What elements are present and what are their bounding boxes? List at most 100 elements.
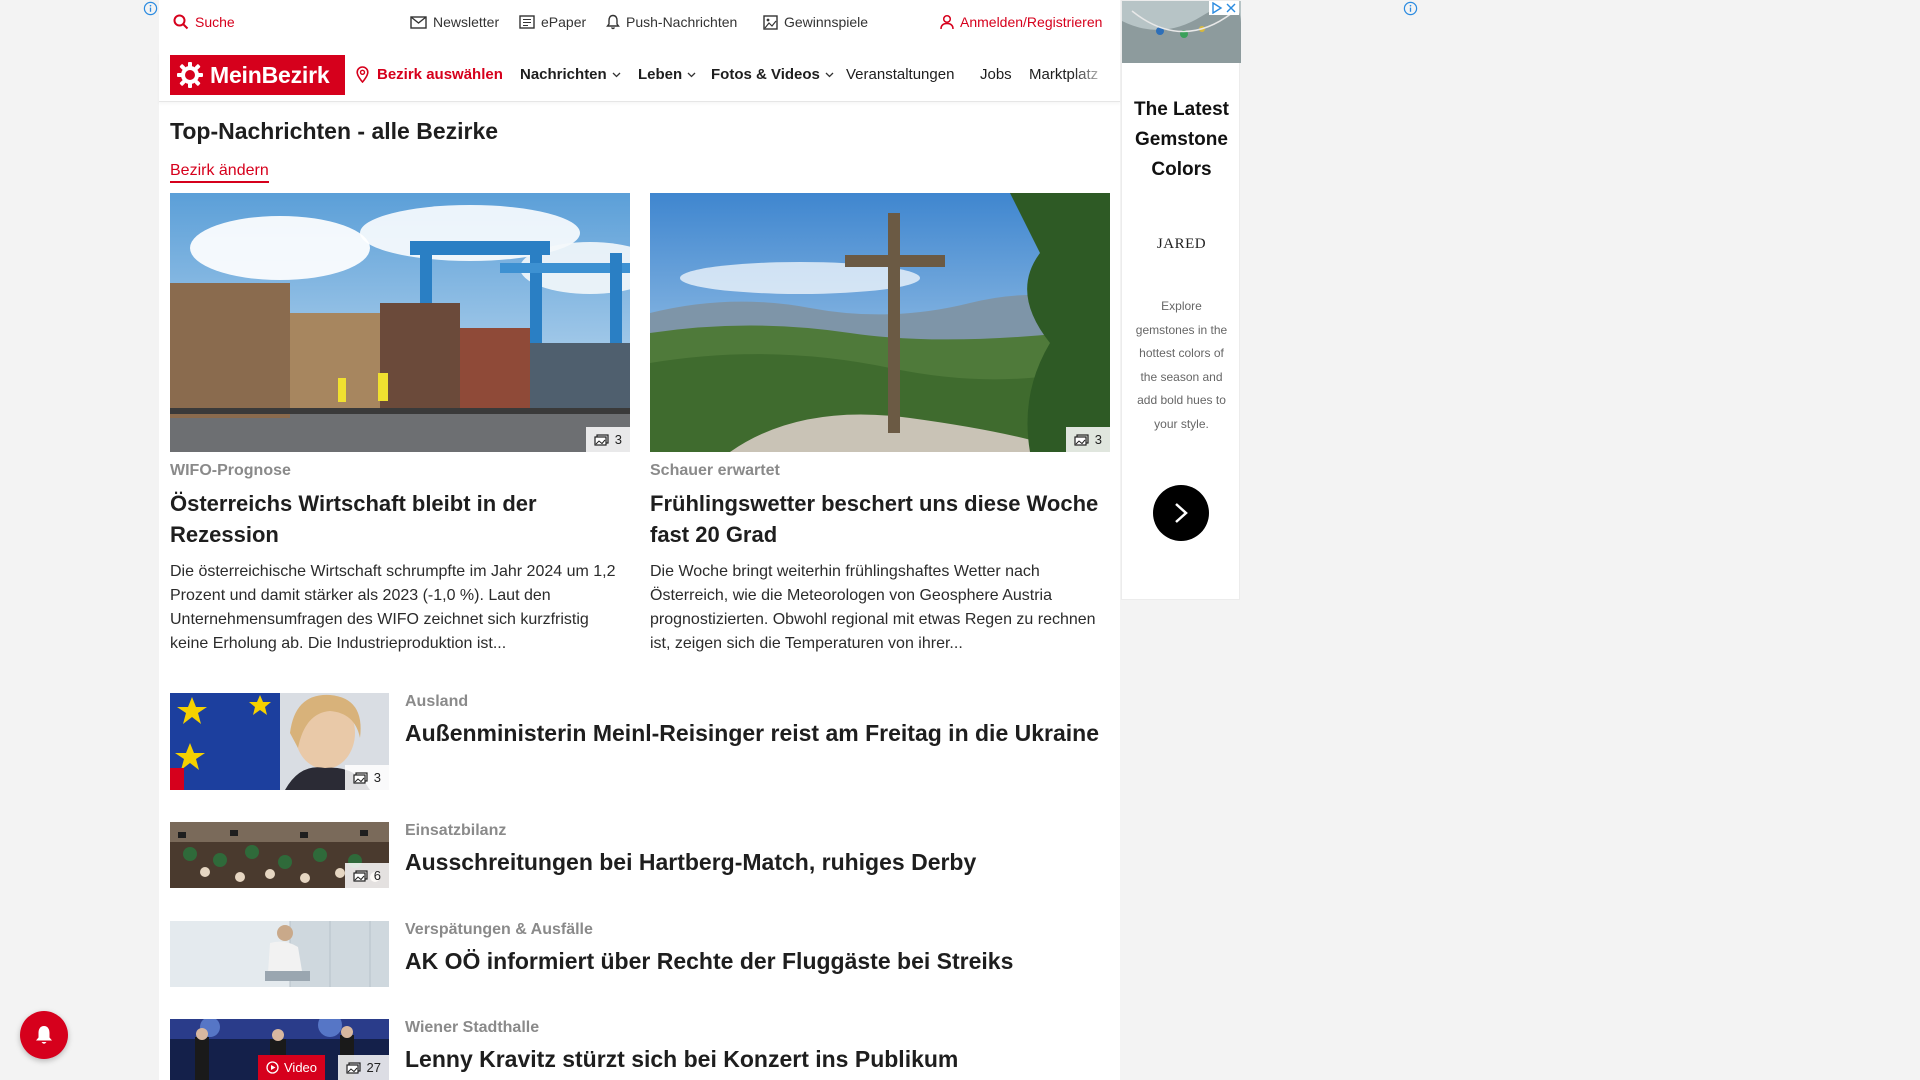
photo-count: 6 (373, 868, 381, 883)
nav-item-label: Jobs (980, 66, 1012, 83)
article-image[interactable]: 3 (650, 193, 1110, 452)
photo-count-badge: 3 (1065, 427, 1110, 452)
chevron-down-icon (612, 72, 621, 77)
port-containers-image (170, 193, 630, 452)
page-title: Top-Nachrichten - alle Bezirke (170, 118, 499, 144)
article-thumbnail[interactable]: 6 (170, 822, 389, 888)
gallery-icon (353, 869, 368, 882)
featured-article[interactable]: 3 WIFO-Prognose Österreichs Wirtschaft b… (170, 193, 630, 656)
photo-count-badge: 6 (344, 863, 389, 888)
change-district-link[interactable]: Bezirk ändern (170, 162, 269, 183)
contests-label: Gewinnspiele (784, 14, 869, 30)
logo-text: MeinBezirk (210, 61, 330, 88)
epaper-label: ePaper (541, 14, 587, 30)
play-icon (266, 1061, 279, 1074)
article-thumbnail[interactable] (170, 921, 389, 987)
featured-article[interactable]: 3 Schauer erwartet Frühlingswetter besch… (650, 193, 1110, 656)
bell-icon (606, 14, 620, 30)
ad-choices[interactable] (1209, 1, 1239, 15)
newsletter-label: Newsletter (433, 14, 500, 30)
ad-cta-button[interactable] (1153, 485, 1209, 541)
article-headline[interactable]: Lenny Kravitz stürzt sich bei Konzert in… (405, 1044, 1105, 1074)
article-thumbnail[interactable]: 3 (170, 693, 389, 790)
advertisement[interactable]: The Latest Gemstone Colors JARED Explore… (1121, 0, 1241, 600)
logo-icon (177, 62, 203, 88)
nav-item-label: Veranstaltungen (846, 66, 955, 83)
article-image[interactable]: 3 (170, 193, 630, 452)
district-select[interactable]: Bezirk auswählen (356, 66, 503, 83)
search-icon (173, 14, 189, 30)
video-label: Video (284, 1060, 318, 1075)
site-logo[interactable]: MeinBezirk (170, 55, 345, 95)
nav-item-leben[interactable]: Leben (638, 66, 696, 83)
photo-count: 3 (373, 770, 381, 785)
video-badge: Video (258, 1055, 326, 1080)
photo-count-badge: 3 (344, 765, 389, 790)
article-teaser: Die österreichische Wirtschaft schrumpft… (170, 563, 616, 652)
nav-item-fotos-videos[interactable]: Fotos & Videos (711, 66, 834, 83)
close-icon[interactable] (1225, 2, 1237, 14)
nav-item-veranstaltungen[interactable]: Veranstaltungen (846, 66, 954, 83)
ad-brand: JARED (1156, 236, 1207, 252)
ad-choices-icon[interactable] (1211, 2, 1223, 14)
login-label: Anmelden/Registrieren (960, 14, 1103, 30)
push-link[interactable]: Push-Nachrichten (606, 14, 737, 30)
chevron-down-icon (825, 72, 834, 77)
gallery-icon (345, 1061, 361, 1074)
nav-fade (1072, 58, 1112, 96)
chevron-down-icon (687, 72, 696, 77)
article-kicker: Wiener Stadthalle (405, 1019, 540, 1036)
article-headline[interactable]: Frühlingswetter beschert uns diese Woche… (650, 488, 1110, 550)
article-kicker: Schauer erwartet (650, 462, 780, 479)
list-item[interactable]: 6 Einsatzbilanz Ausschreitungen bei Hart… (170, 822, 1111, 888)
article-headline[interactable]: Österreichs Wirtschaft bleibt in der Rez… (170, 488, 630, 550)
ad-info-icon[interactable] (1403, 1, 1418, 16)
ad-info-icon[interactable] (143, 1, 158, 16)
login-link[interactable]: Anmelden/Registrieren (940, 14, 1102, 30)
list-item[interactable]: Video 27 Wiener Stadthalle Lenny Kravitz… (170, 1019, 1111, 1080)
bell-icon (36, 1026, 52, 1044)
article-kicker: Ausland (405, 693, 469, 710)
article-headline[interactable]: Außenministerin Meinl-Reisinger reist am… (405, 718, 1105, 748)
search-link[interactable]: Suche (173, 14, 235, 30)
photo-count-badge: 27 (337, 1055, 389, 1080)
nav-item-jobs[interactable]: Jobs (980, 66, 1012, 83)
list-item[interactable]: 3 Ausland Außenministerin Meinl-Reisinge… (170, 693, 1111, 790)
list-item[interactable]: Verspätungen & Ausfälle AK OÖ informiert… (170, 921, 1111, 987)
nav-item-label: Fotos & Videos (711, 66, 820, 83)
article-kicker: WIFO-Prognose (170, 462, 291, 479)
article-kicker: Einsatzbilanz (405, 822, 507, 839)
summit-cross-image (650, 193, 1110, 452)
gallery-icon (1074, 433, 1089, 446)
location-pin-icon (356, 66, 369, 83)
article-text: Ausland Außenministerin Meinl-Reisinger … (405, 693, 1105, 748)
ad-body: Explore gemstones in the hottest colors … (1135, 299, 1228, 431)
search-label: Suche (195, 14, 235, 30)
airport-waiting-image (170, 921, 389, 987)
nav-item-label: Leben (638, 66, 683, 83)
mail-icon (410, 15, 427, 29)
photo-count-badge: 3 (585, 427, 630, 452)
gift-icon (763, 14, 778, 30)
notification-bell-button[interactable] (20, 1011, 68, 1059)
photo-count: 27 (366, 1060, 381, 1075)
epaper-link[interactable]: ePaper (519, 14, 586, 30)
article-thumbnail[interactable]: Video 27 (170, 1019, 389, 1080)
article-headline[interactable]: Ausschreitungen bei Hartberg-Match, ruhi… (405, 847, 1105, 877)
contests-link[interactable]: Gewinnspiele (763, 14, 868, 30)
photo-count: 3 (1094, 432, 1102, 447)
article-headline[interactable]: AK OÖ informiert über Rechte der Fluggäs… (405, 946, 1105, 976)
chevron-right-icon (1175, 503, 1188, 523)
article-text: Wiener Stadthalle Lenny Kravitz stürzt s… (405, 1019, 1105, 1074)
nav-item-label: Nachrichten (520, 66, 607, 83)
article-text: Einsatzbilanz Ausschreitungen bei Hartbe… (405, 822, 1105, 877)
newsletter-link[interactable]: Newsletter (410, 14, 499, 30)
article-text: Verspätungen & Ausfälle AK OÖ informiert… (405, 921, 1105, 976)
nav-item-nachrichten[interactable]: Nachrichten (520, 66, 621, 83)
gallery-icon (594, 433, 609, 446)
photo-count: 3 (614, 432, 622, 447)
district-select-label: Bezirk auswählen (377, 66, 503, 83)
user-icon (940, 14, 954, 30)
newspaper-icon (519, 15, 535, 29)
ad-title[interactable]: The Latest Gemstone Colors (1122, 95, 1241, 185)
